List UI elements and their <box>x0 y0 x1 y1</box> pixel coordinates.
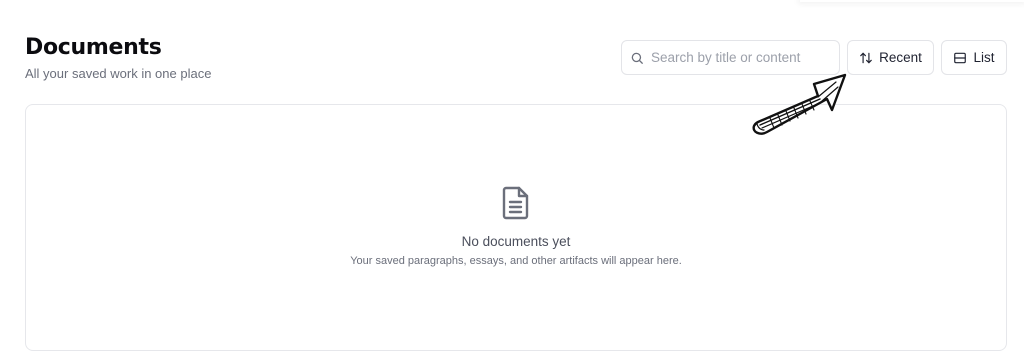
sort-recent-button[interactable]: Recent <box>847 40 934 75</box>
empty-state-description: Your saved paragraphs, essays, and other… <box>350 255 682 267</box>
sort-arrows-icon <box>860 52 872 63</box>
hand-drawn-arrow-icon <box>752 73 847 135</box>
sort-button-label: Recent <box>879 50 922 65</box>
empty-state-title: No documents yet <box>461 234 571 249</box>
search-icon <box>631 52 643 64</box>
page-subtitle: All your saved work in one place <box>25 66 212 81</box>
search-input[interactable] <box>651 50 831 65</box>
empty-state: No documents yet Your saved paragraphs, … <box>26 185 1006 267</box>
page-title: Documents <box>25 35 162 60</box>
list-view-icon <box>954 52 967 63</box>
top-shadow-edge <box>800 0 1024 2</box>
page-header: Documents All your saved work in one pla… <box>25 35 1007 83</box>
view-list-button[interactable]: List <box>941 40 1007 75</box>
documents-panel: No documents yet Your saved paragraphs, … <box>25 104 1007 351</box>
document-icon <box>502 186 529 220</box>
view-button-label: List <box>973 50 995 65</box>
